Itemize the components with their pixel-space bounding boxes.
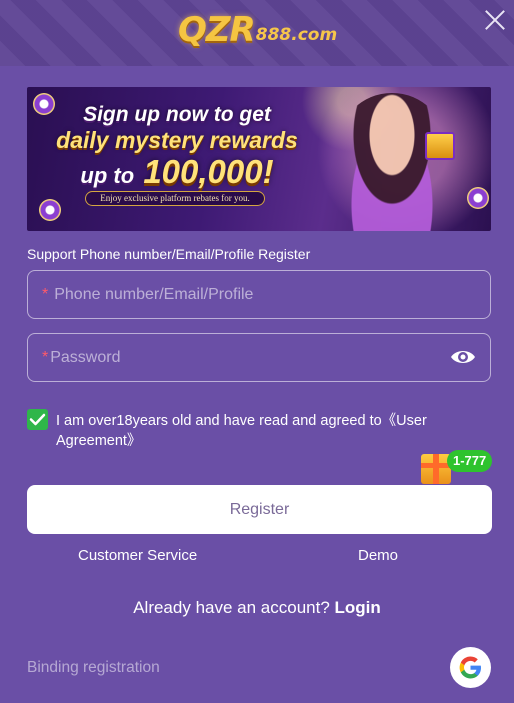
banner-subheadline: daily mystery rewards <box>56 127 298 153</box>
chip-icon <box>39 199 61 221</box>
google-icon[interactable] <box>450 647 491 688</box>
required-mark: * <box>42 348 49 366</box>
register-button[interactable]: Register <box>27 485 492 534</box>
promo-banner: Sign up now to get daily mystery rewards… <box>27 87 491 231</box>
gift-promo-badge[interactable]: 1-777 <box>421 450 499 486</box>
password-input[interactable]: * Password <box>27 333 491 382</box>
customer-service-link[interactable]: Customer Service <box>78 547 197 564</box>
login-link[interactable]: Login <box>335 598 381 617</box>
check-icon <box>29 413 46 426</box>
already-account-text: Already have an account? <box>133 598 330 617</box>
brand-logo: QZR 888.com <box>178 10 337 50</box>
agreement-checkbox[interactable] <box>27 409 48 430</box>
password-placeholder: Password <box>50 348 121 366</box>
close-icon[interactable] <box>482 7 508 33</box>
banner-amount-line: up to 100,000! <box>27 153 327 191</box>
banner-tagline: Enjoy exclusive platform rebates for you… <box>85 191 265 206</box>
banner-character-image <box>337 93 447 231</box>
banner-amount: 100,000! <box>143 153 274 190</box>
chip-icon <box>467 187 489 209</box>
phone-email-input[interactable]: * Phone number/Email/Profile <box>27 270 491 319</box>
banner-headline: Sign up now to get <box>83 103 271 126</box>
phone-email-placeholder: Phone number/Email/Profile <box>54 285 254 303</box>
login-prompt: Already have an account? Login <box>0 598 514 618</box>
gift-icon <box>425 132 455 160</box>
binding-registration-link[interactable]: Binding registration <box>27 659 160 677</box>
demo-link[interactable]: Demo <box>358 547 398 564</box>
header-bar: QZR 888.com <box>0 0 514 66</box>
register-support-text: Support Phone number/Email/Profile Regis… <box>27 246 311 262</box>
gift-badge-label: 1-777 <box>447 450 493 472</box>
required-mark: * <box>42 285 49 303</box>
agreement-text[interactable]: I am over18years old and have read and a… <box>56 411 476 451</box>
logo-wordmark: QZR <box>178 10 256 50</box>
google-logo <box>459 656 481 679</box>
banner-amount-prefix: up to <box>80 163 135 188</box>
eye-icon[interactable] <box>450 348 476 366</box>
logo-domain: 888.com <box>255 25 338 45</box>
